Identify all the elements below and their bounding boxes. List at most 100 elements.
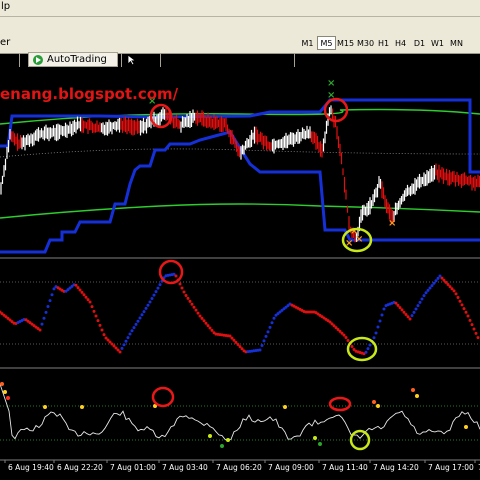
oscillator-dot	[178, 282, 182, 286]
oscillator-signal-dot	[415, 394, 419, 398]
oscillator-signal-dot	[208, 434, 212, 438]
oscillator-dot	[258, 348, 262, 352]
oscillator-dot	[74, 283, 78, 287]
timeframe-d1-button[interactable]: D1	[410, 36, 429, 50]
oscillator-dot	[204, 321, 208, 325]
oscillator-line	[0, 383, 480, 440]
oscillator-dot	[136, 319, 140, 323]
oscillator-dot	[378, 319, 382, 323]
oscillator-dot	[92, 309, 96, 313]
oscillator-signal-dot	[372, 400, 376, 404]
oscillator-dot	[90, 305, 94, 309]
oscillator-dot	[350, 345, 354, 348]
oscillator-dot	[80, 290, 84, 294]
oscillator-dot	[122, 343, 126, 347]
oscillator-dot	[428, 286, 432, 290]
toolbar-partial-label[interactable]: er	[0, 37, 10, 48]
oscillator-dot	[180, 286, 184, 290]
oscillator-dot	[76, 286, 80, 290]
oscillator-dot	[398, 306, 402, 310]
oscillator-dot	[124, 339, 128, 343]
oscillator-signal-dot	[283, 405, 287, 409]
oscillator-dot	[184, 293, 188, 297]
oscillator-dot	[150, 297, 154, 301]
time-axis-label: 7 Aug 11:40	[322, 463, 368, 472]
timeframe-m30-button[interactable]: M30	[356, 36, 375, 50]
time-axis-label: 7 Aug 17:00	[428, 463, 474, 472]
oscillator-dot	[98, 323, 102, 327]
oscillator-signal-dot	[0, 382, 4, 386]
oscillator-dot	[190, 302, 194, 306]
oscillator-dot	[260, 343, 264, 347]
oscillator-dot	[154, 290, 158, 294]
oscillator-dot	[102, 333, 106, 337]
oscillator-dot	[198, 314, 202, 318]
oscillator-dot	[44, 310, 48, 314]
oscillator-dot	[148, 300, 152, 304]
oscillator-dot	[202, 319, 206, 323]
menu-help-partial[interactable]: lp	[1, 1, 10, 12]
oscillator-dot	[208, 326, 212, 330]
timeframe-m15-button[interactable]: M15	[336, 36, 355, 50]
menu-bar: lp	[0, 0, 480, 17]
annotation-circle-yellowgreen	[346, 336, 378, 362]
oscillator-dot	[132, 326, 136, 330]
oscillator-dot	[400, 308, 404, 312]
oscillator-dot	[146, 303, 150, 307]
oscillator-dot	[404, 312, 408, 316]
oscillator-dot	[42, 316, 46, 320]
oscillator-dot	[156, 286, 160, 290]
oscillator-dot	[182, 290, 186, 294]
time-axis-label: 6 Aug 22:20	[57, 463, 103, 472]
oscillator-dot	[422, 294, 426, 298]
oscillator-signal-dot	[411, 388, 415, 392]
oscillator-dot	[96, 319, 100, 323]
oscillator-dot	[424, 291, 428, 295]
oscillator-dot	[470, 323, 474, 327]
timeframe-m5-button[interactable]: M5	[317, 36, 336, 50]
oscillator-dot	[420, 297, 424, 301]
oscillator-dot	[126, 336, 130, 340]
oscillator-dot	[374, 331, 378, 335]
oscillator-dot	[210, 328, 214, 332]
oscillator-dot	[78, 288, 82, 292]
oscillator-dot	[366, 347, 370, 351]
oscillator-dot	[194, 308, 198, 312]
chart-area[interactable]: × × × × × × × 6 Aug 19:40 6 Aug 22:20 7 Aug 01:0…	[0, 54, 480, 480]
oscillator-dot	[394, 301, 398, 305]
timeframe-m1-button[interactable]: M1	[298, 36, 317, 50]
oscillator-dot	[142, 310, 146, 314]
oscillator-pane-1	[0, 272, 480, 356]
oscillator-signal-dot	[80, 405, 84, 409]
signal-x-marker: ×	[355, 234, 363, 245]
oscillator-dot	[414, 307, 418, 311]
time-axis: 6 Aug 19:40 6 Aug 22:20 7 Aug 01:00 7 Aug 0…	[4, 460, 480, 472]
oscillator-dot	[342, 333, 346, 337]
oscillator-dot	[38, 328, 42, 332]
oscillator-dot	[472, 327, 476, 331]
oscillator-dot	[264, 334, 268, 338]
oscillator-dot	[48, 299, 52, 303]
oscillator-dot	[82, 293, 86, 297]
oscillator-dot	[128, 332, 132, 336]
oscillator-signal-dot	[220, 444, 224, 448]
oscillator-dot	[200, 316, 204, 320]
oscillator-dot	[380, 313, 384, 317]
oscillator-dot	[120, 346, 124, 350]
oscillator-dot	[454, 292, 458, 296]
timeframe-mn-button[interactable]: MN	[447, 36, 466, 50]
oscillator-dot	[382, 307, 386, 311]
timeframe-w1-button[interactable]: W1	[428, 36, 447, 50]
oscillator-dot	[86, 298, 90, 302]
oscillator-dot	[396, 303, 400, 307]
oscillator-dot	[158, 283, 162, 287]
annotations	[149, 97, 378, 451]
oscillator-dot	[406, 315, 410, 319]
oscillator-signal-dot	[226, 438, 230, 442]
oscillator-pane-2	[0, 382, 480, 448]
oscillator-dot	[372, 336, 376, 340]
watermark-text: enang.blogspot.com/	[0, 85, 179, 103]
timeframe-h4-button[interactable]: H4	[391, 36, 410, 50]
time-axis-label: 7 Aug 09:00	[268, 463, 314, 472]
oscillator-dot	[376, 325, 380, 329]
